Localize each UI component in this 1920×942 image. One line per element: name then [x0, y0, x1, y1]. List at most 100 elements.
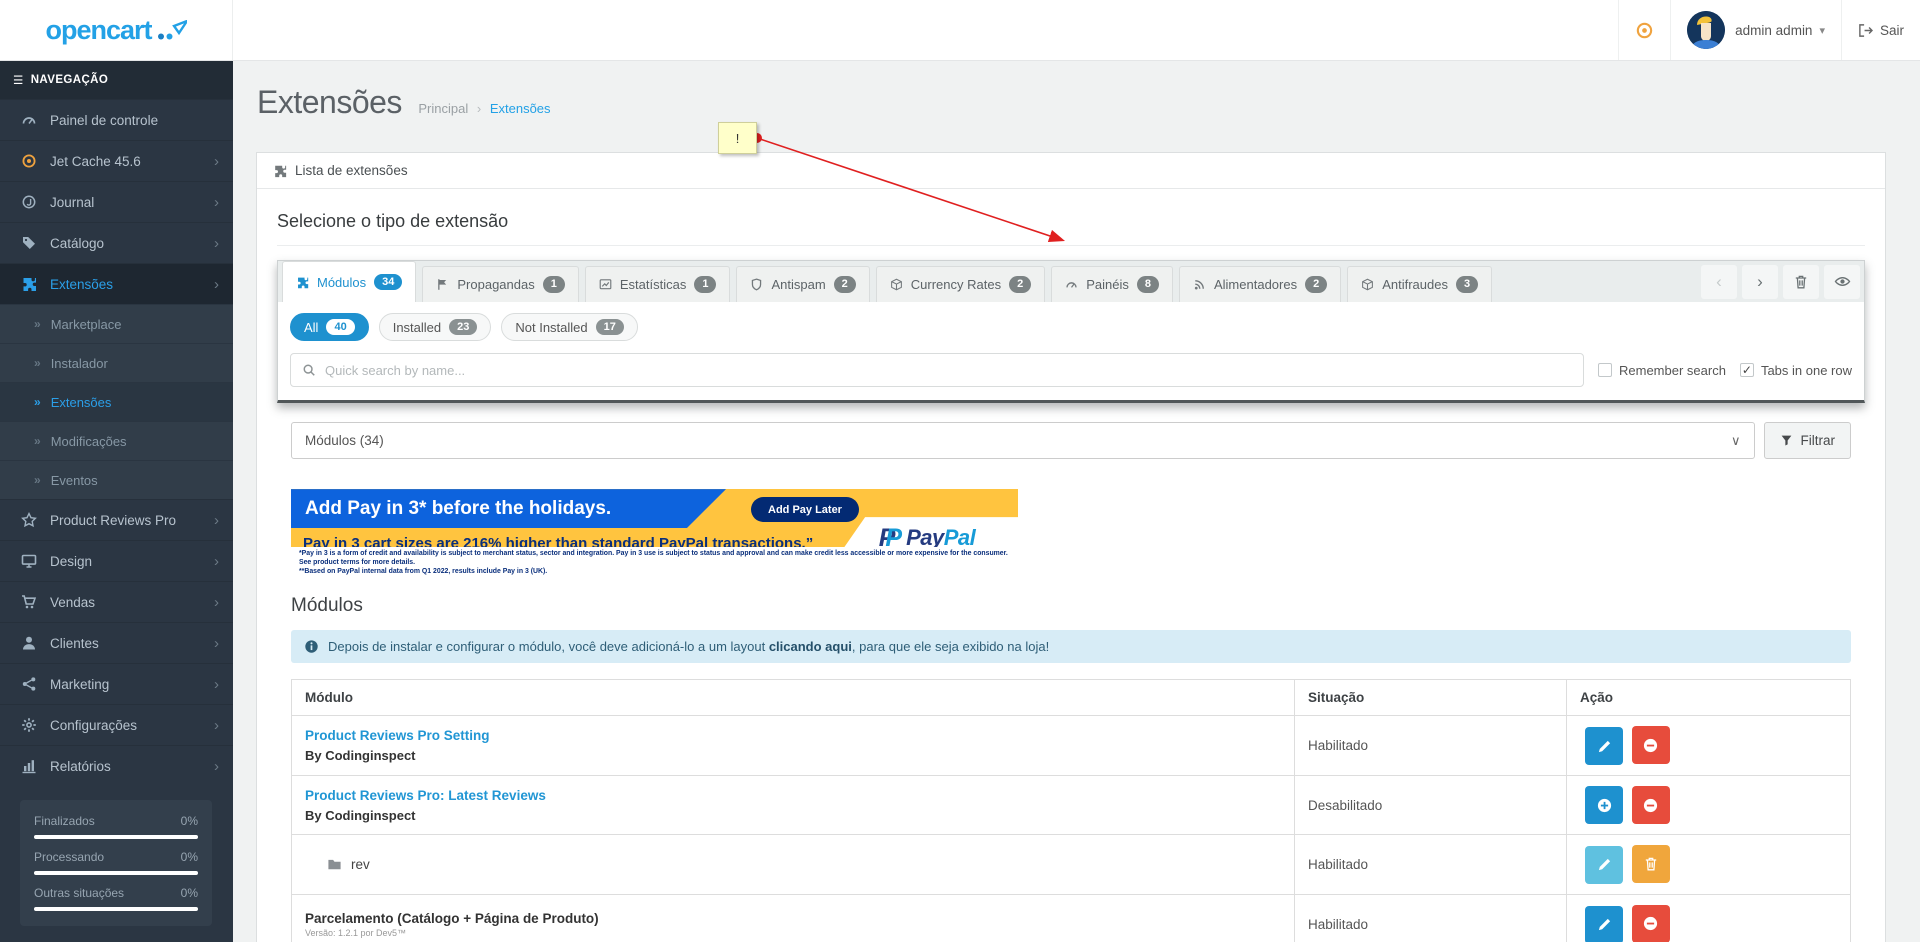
extension-type-select[interactable]: Módulos (34) ∨: [291, 422, 1755, 460]
rss-icon: [1193, 278, 1206, 291]
module-link[interactable]: Product Reviews Pro Setting: [305, 728, 1281, 743]
share-icon: [21, 676, 37, 692]
quick-search-box: [290, 353, 1584, 388]
pill-not-installed[interactable]: Not Installed 17: [501, 313, 638, 342]
install-button[interactable]: [1585, 786, 1623, 825]
chevron-right-icon: ›: [214, 552, 219, 570]
checkbox-unchecked[interactable]: [1598, 363, 1612, 378]
breadcrumb: Principal › Extensões: [418, 101, 550, 116]
edit-button[interactable]: [1585, 905, 1623, 942]
sidebar-item-extensions[interactable]: Extensões ›: [0, 263, 233, 304]
hamburger-icon[interactable]: ☰: [13, 73, 24, 87]
star-icon: [21, 512, 37, 528]
monitor-icon: [21, 553, 37, 569]
section-title: Selecione o tipo de extensão: [277, 211, 1865, 246]
line-chart-icon: [599, 278, 612, 291]
tabs-in-one-row-checkbox[interactable]: ✓ Tabs in one row: [1739, 363, 1852, 378]
chevron-right-icon: ›: [214, 675, 219, 693]
tab-antispam[interactable]: Antispam 2: [736, 266, 870, 302]
stat-processando: Processando 0%: [34, 850, 198, 875]
chevron-down-icon: ∨: [1730, 432, 1741, 448]
funnel-icon: [1780, 434, 1793, 447]
sidebar-item-reports[interactable]: Relatórios ›: [0, 745, 233, 786]
stat-outras-situacoes: Outras situações 0%: [34, 886, 198, 911]
sidebar-item-sales[interactable]: Vendas ›: [0, 581, 233, 622]
breadcrumb-home[interactable]: Principal: [418, 101, 468, 116]
chevron-left-icon: ‹: [1716, 271, 1722, 291]
remember-search-checkbox[interactable]: Remember search: [1598, 363, 1726, 378]
angle-right-icon: »: [34, 434, 41, 448]
shield-icon: [750, 278, 763, 291]
tab-modulos[interactable]: Módulos 34: [282, 261, 417, 302]
pill-count-badge: 17: [595, 319, 624, 336]
sidebar-item-catalog[interactable]: Catálogo ›: [0, 222, 233, 263]
main-content: Extensões Principal › Extensões Lista de…: [233, 61, 1920, 942]
sidebar-item-settings[interactable]: Configurações ›: [0, 704, 233, 745]
sidebar-item-jet-cache[interactable]: Jet Cache 45.6 ›: [0, 140, 233, 181]
user-menu[interactable]: admin admin ▾: [1670, 0, 1841, 60]
module-version: Versão: 1.2.1 por Dev5™: [305, 927, 407, 938]
breadcrumb-current[interactable]: Extensões: [490, 101, 551, 116]
sidebar-subitem-events[interactable]: » Eventos: [0, 460, 233, 499]
add-pay-later-button[interactable]: Add Pay Later: [751, 497, 859, 523]
tab-propagandas[interactable]: Propagandas 1: [422, 266, 579, 302]
sidebar-item-dashboard[interactable]: Painel de controle: [0, 99, 233, 140]
paypal-banner[interactable]: Add Pay in 3* before the holidays. Add P…: [291, 489, 1018, 582]
chevron-right-icon: ›: [214, 193, 219, 211]
tab-antifraudes[interactable]: Antifraudes 3: [1347, 266, 1493, 302]
modules-heading: Módulos: [291, 595, 363, 617]
filter-button[interactable]: Filtrar: [1763, 422, 1851, 460]
uninstall-button[interactable]: [1631, 904, 1670, 942]
column-header-module: Módulo: [291, 679, 1295, 717]
user-name: admin admin: [1735, 22, 1813, 38]
tab-count-badge: 1: [694, 276, 717, 293]
module-link[interactable]: Product Reviews Pro: Latest Reviews: [305, 788, 1281, 803]
sidebar-subitem-marketplace[interactable]: » Marketplace: [0, 304, 233, 343]
scroll-tabs-right-button[interactable]: ›: [1742, 264, 1778, 299]
checkbox-checked[interactable]: ✓: [1739, 363, 1754, 378]
chevron-right-icon: ›: [214, 716, 219, 734]
scroll-tabs-left-button[interactable]: ‹: [1701, 264, 1737, 299]
delete-instance-button[interactable]: [1631, 845, 1670, 884]
visibility-button[interactable]: [1824, 264, 1860, 299]
tab-estatisticas[interactable]: Estatísticas 1: [584, 266, 731, 302]
status-value: Desabilitado: [1294, 775, 1567, 836]
gear-icon: [21, 717, 37, 733]
cube-icon: [1361, 278, 1374, 291]
sidebar-subitem-modifications[interactable]: » Modificações: [0, 421, 233, 460]
chevron-right-icon: ›: [214, 757, 219, 775]
jet-cache-status-button[interactable]: [1618, 0, 1670, 60]
sidebar-subitem-extensions[interactable]: » Extensões: [0, 382, 233, 421]
edit-instance-button[interactable]: [1585, 845, 1623, 884]
table-row: Parcelamento (Catálogo + Página de Produ…: [291, 893, 1851, 942]
sidebar-item-marketing[interactable]: Marketing ›: [0, 663, 233, 704]
status-value: Habilitado: [1294, 715, 1567, 777]
tab-controls: ‹ ›: [1692, 261, 1864, 302]
uninstall-button[interactable]: [1631, 726, 1670, 765]
opencart-logo[interactable]: opencart: [0, 0, 233, 60]
uninstall-button[interactable]: [1631, 786, 1670, 825]
tab-paineis[interactable]: Painéis 8: [1051, 266, 1173, 302]
sidebar-subitem-installer[interactable]: » Instalador: [0, 343, 233, 382]
angle-right-icon: »: [34, 473, 41, 487]
logout-button[interactable]: Sair: [1840, 0, 1920, 60]
top-bar-actions: admin admin ▾ Sair: [1618, 0, 1920, 60]
pill-all[interactable]: All 40: [290, 313, 369, 342]
delete-button[interactable]: [1783, 264, 1819, 299]
tab-currency-rates[interactable]: Currency Rates 2: [875, 266, 1046, 302]
sidebar-item-customers[interactable]: Clientes ›: [0, 622, 233, 663]
angle-right-icon: »: [34, 317, 41, 331]
sidebar-item-product-reviews-pro[interactable]: Product Reviews Pro ›: [0, 499, 233, 540]
journal-icon: [21, 194, 37, 210]
puzzle-icon: [21, 276, 37, 292]
tab-alimentadores[interactable]: Alimentadores 2: [1178, 266, 1342, 302]
circle-dot-icon: [21, 153, 37, 169]
alert-link[interactable]: clicando aqui: [769, 639, 852, 654]
edit-button[interactable]: [1585, 727, 1623, 766]
pill-installed[interactable]: Installed 23: [378, 313, 492, 342]
sidebar-item-design[interactable]: Design ›: [0, 540, 233, 581]
quick-search-input[interactable]: [325, 362, 1572, 378]
top-bar: opencart admin admin ▾ Sair: [0, 0, 1920, 61]
sidebar-item-journal[interactable]: Journal ›: [0, 181, 233, 222]
page-title: Extensões: [257, 84, 402, 120]
